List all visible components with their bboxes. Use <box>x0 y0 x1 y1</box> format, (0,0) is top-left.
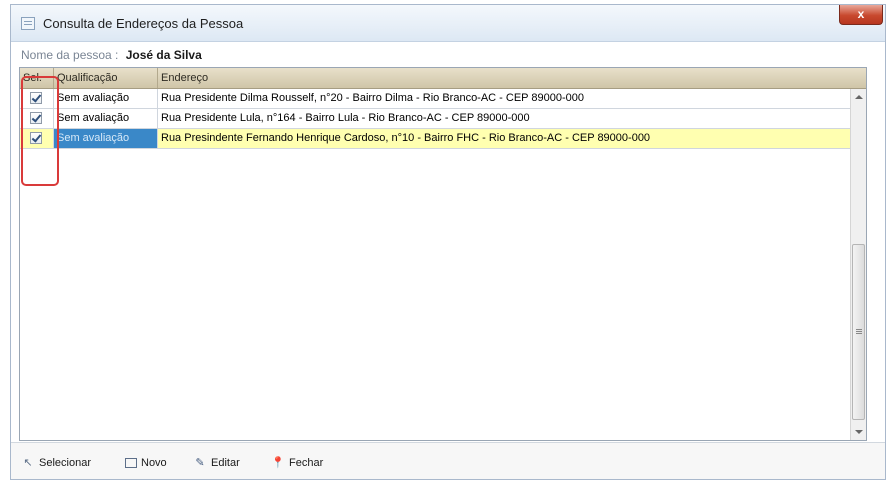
new-window-icon <box>125 458 137 468</box>
novo-label: Novo <box>141 457 167 469</box>
title-bar[interactable]: Consulta de Endereços da Pessoa x <box>11 5 885 42</box>
grid-header: Sel. Qualificação Endereço <box>20 68 866 89</box>
table-row[interactable]: Sem avaliação Rua Presidente Lula, n°164… <box>20 109 850 129</box>
vertical-scrollbar[interactable] <box>850 89 866 440</box>
row-checkbox[interactable] <box>30 132 42 144</box>
novo-button[interactable]: Novo <box>125 454 167 472</box>
table-row-selected[interactable]: Sem avaliação Rua Presindente Fernando H… <box>20 129 850 149</box>
header-qualificacao[interactable]: Qualificação <box>54 68 158 88</box>
scroll-thumb[interactable] <box>852 244 865 420</box>
endereco-cell[interactable]: Rua Presindente Fernando Henrique Cardos… <box>158 129 850 148</box>
sel-cell[interactable] <box>20 129 54 148</box>
grip-icon <box>856 329 862 330</box>
address-grid: Sel. Qualificação Endereço Sem avaliação… <box>19 67 867 441</box>
endereco-cell[interactable]: Rua Presidente Lula, n°164 - Bairro Lula… <box>158 109 850 128</box>
edit-icon: ✎ <box>195 457 205 469</box>
header-endereco[interactable]: Endereço <box>158 68 848 88</box>
row-checkbox[interactable] <box>30 112 42 124</box>
qualificacao-cell-selected[interactable]: Sem avaliação <box>54 129 158 148</box>
row-checkbox[interactable] <box>30 92 42 104</box>
window-title: Consulta de Endereços da Pessoa <box>43 16 244 31</box>
close-button[interactable]: x <box>839 5 883 25</box>
sel-cell[interactable] <box>20 89 54 108</box>
person-label: Nome da pessoa : <box>21 48 119 62</box>
qualificacao-cell[interactable]: Sem avaliação <box>54 89 158 108</box>
fechar-label: Fechar <box>289 457 324 469</box>
scroll-up-icon[interactable] <box>855 95 863 99</box>
person-info: Nome da pessoa : José da Silva <box>21 48 202 62</box>
scroll-down-icon[interactable] <box>855 430 863 434</box>
address-query-window: Consulta de Endereços da Pessoa x Nome d… <box>10 4 886 480</box>
editar-button[interactable]: ✎ Editar <box>193 454 240 472</box>
pin-icon: 📍 <box>271 457 285 469</box>
qualificacao-cell[interactable]: Sem avaliação <box>54 109 158 128</box>
table-row[interactable]: Sem avaliação Rua Presidente Dilma Rouss… <box>20 89 850 109</box>
sel-cell[interactable] <box>20 109 54 128</box>
selecionar-button[interactable]: ↖ Selecionar <box>21 454 91 472</box>
window-icon <box>21 17 35 30</box>
endereco-cell[interactable]: Rua Presidente Dilma Rousself, n°20 - Ba… <box>158 89 850 108</box>
header-sel[interactable]: Sel. <box>20 68 54 88</box>
fechar-button[interactable]: 📍 Fechar <box>271 454 323 472</box>
selecionar-label: Selecionar <box>39 457 91 469</box>
editar-label: Editar <box>211 457 240 469</box>
cursor-icon: ↖ <box>23 457 33 469</box>
person-name: José da Silva <box>125 48 202 62</box>
bottom-toolbar: ↖ Selecionar Novo ✎ Editar 📍 Fechar <box>11 442 885 479</box>
